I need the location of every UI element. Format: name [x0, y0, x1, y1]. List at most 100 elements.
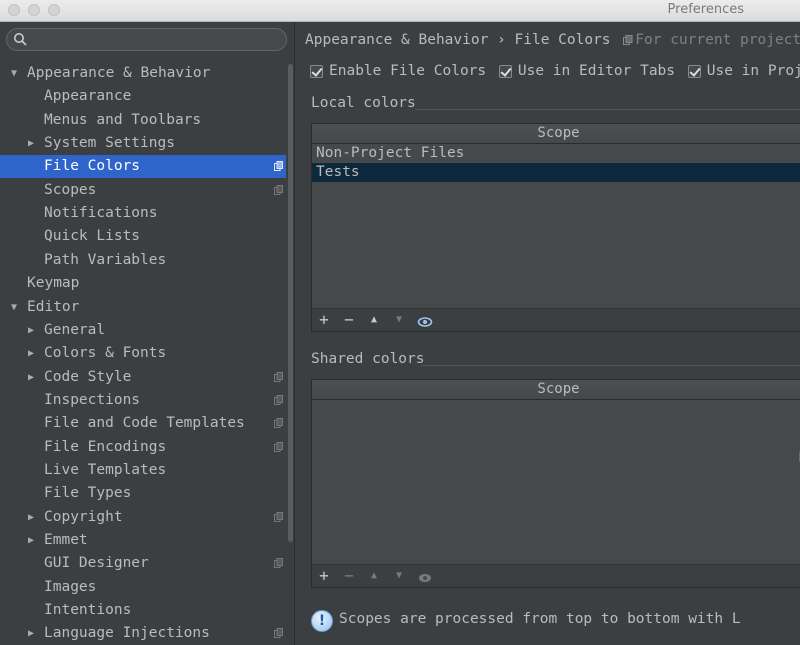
sidebar-item-file-and-code-templates[interactable]: File and Code Templates [0, 412, 286, 435]
project-scope-icon [274, 371, 283, 382]
shared-colors-separator [421, 365, 800, 366]
sidebar-item-appearance[interactable]: Appearance [0, 85, 286, 108]
sidebar-item-editor[interactable]: ▼ Editor [0, 296, 286, 319]
table-row[interactable]: Non-Project Files [312, 144, 800, 163]
local-colors-toolbar: + − ▲ ▼ [311, 308, 800, 332]
checkbox-check-icon [310, 65, 323, 78]
sidebar-item-label: Images [44, 578, 97, 595]
for-current-project-label: For current project [635, 32, 800, 48]
project-scope-icon [274, 418, 283, 429]
checkbox-label: Use in Editor Tabs [517, 63, 676, 79]
project-scope-icon [274, 441, 283, 452]
collapsed-arrow-icon[interactable]: ▶ [28, 132, 34, 155]
project-scope-icon [623, 35, 633, 45]
sidebar-item-copyright[interactable]: ▶ Copyright [0, 506, 286, 529]
minimize-window-button[interactable] [28, 4, 40, 16]
sidebar-item-label: Appearance [44, 88, 132, 105]
project-scope-icon [274, 161, 283, 172]
project-scope-icon [274, 394, 283, 405]
sidebar-item-intentions[interactable]: Intentions [0, 599, 286, 622]
project-scope-icon [274, 628, 283, 639]
sidebar-item-file-colors[interactable]: File Colors [0, 155, 286, 179]
sidebar-item-file-encodings[interactable]: File Encodings [0, 436, 286, 459]
sidebar-item-quick-lists[interactable]: Quick Lists [0, 225, 286, 248]
use-in-project-view-checkbox[interactable]: Use in Project V [687, 63, 800, 79]
collapsed-arrow-icon[interactable]: ▶ [28, 342, 34, 365]
sidebar-item-label: Code Style [44, 368, 132, 385]
collapsed-arrow-icon[interactable]: ▶ [28, 529, 34, 552]
local-colors-table: Scope Non-Project Files Tests [311, 123, 800, 309]
sidebar-item-label: Language Injections [44, 625, 210, 642]
share-eye-icon[interactable] [417, 314, 433, 330]
sidebar-item-appearance-behavior[interactable]: ▼ Appearance & Behavior [0, 62, 286, 85]
sidebar-item-label: General [44, 321, 106, 338]
remove-icon[interactable]: − [341, 568, 357, 584]
sidebar-item-label: Menus and Toolbars [44, 111, 202, 128]
move-up-icon[interactable]: ▲ [366, 568, 382, 584]
remove-icon[interactable]: − [341, 312, 357, 328]
table-row[interactable]: Tests [312, 163, 800, 182]
sidebar-item-label: Notifications [44, 205, 158, 222]
sidebar-item-live-templates[interactable]: Live Templates [0, 459, 286, 482]
scope-column-header[interactable]: Scope [312, 380, 800, 400]
sidebar-scrollbar[interactable] [288, 64, 293, 542]
sidebar-item-inspections[interactable]: Inspections [0, 389, 286, 412]
sidebar-item-label: Keymap [27, 275, 80, 292]
sidebar-item-scopes[interactable]: Scopes [0, 179, 286, 202]
sidebar-item-emmet[interactable]: ▶ Emmet [0, 529, 286, 552]
settings-sidebar: ▼ Appearance & Behavior Appearance Menus an… [0, 22, 294, 645]
sidebar-item-label: Editor [27, 298, 80, 315]
checkbox-check-icon [687, 65, 701, 78]
enable-file-colors-checkbox[interactable]: Enable File Colors [310, 63, 486, 79]
sidebar-item-label: Emmet [44, 532, 88, 548]
sidebar-item-general[interactable]: ▶ General [0, 319, 286, 342]
sidebar-item-label: File Colors [44, 158, 141, 175]
zoom-window-button[interactable] [48, 4, 60, 16]
file-colors-panel: Appearance & Behavior › File Colors For … [295, 22, 800, 645]
local-colors-label: Local colors [311, 95, 416, 111]
sidebar-item-keymap[interactable]: Keymap [0, 272, 286, 295]
search-input[interactable] [6, 28, 287, 51]
add-icon[interactable]: + [316, 568, 332, 584]
sidebar-item-file-types[interactable]: File Types [0, 482, 286, 505]
sidebar-item-label: System Settings [44, 135, 175, 152]
sidebar-item-label: Inspections [44, 391, 141, 408]
breadcrumb: Appearance & Behavior › File Colors For … [305, 32, 800, 48]
sidebar-item-gui-designer[interactable]: GUI Designer [0, 552, 286, 575]
move-down-icon[interactable]: ▼ [391, 568, 407, 584]
collapsed-arrow-icon[interactable]: ▶ [28, 506, 34, 529]
sidebar-item-notifications[interactable]: Notifications [0, 202, 286, 225]
search-icon [14, 33, 27, 46]
unshare-icon[interactable] [417, 570, 433, 586]
sidebar-item-language-injections[interactable]: ▶ Language Injections [0, 622, 286, 645]
sidebar-item-label: GUI Designer [44, 555, 149, 572]
sidebar-item-code-style[interactable]: ▶ Code Style [0, 366, 286, 389]
project-scope-icon [274, 184, 283, 195]
collapsed-arrow-icon[interactable]: ▶ [28, 622, 34, 645]
sidebar-item-menus-and-toolbars[interactable]: Menus and Toolbars [0, 109, 286, 132]
breadcrumb-path: Appearance & Behavior › File Colors [305, 32, 611, 48]
checkbox-label: Enable File Colors [329, 63, 487, 79]
expanded-arrow-icon[interactable]: ▼ [11, 296, 17, 319]
scope-column-header[interactable]: Scope [312, 124, 800, 144]
sidebar-item-label: Copyright [44, 508, 123, 525]
close-window-button[interactable] [8, 4, 20, 16]
info-text: Scopes are processed from top to bottom … [339, 611, 741, 627]
info-icon: ! [311, 610, 333, 632]
window-title-bar: Preferences [0, 0, 800, 22]
move-down-icon[interactable]: ▼ [391, 312, 407, 328]
collapsed-arrow-icon[interactable]: ▶ [28, 366, 34, 389]
shared-colors-label: Shared colors [311, 351, 425, 367]
project-scope-icon [274, 558, 283, 569]
expanded-arrow-icon[interactable]: ▼ [11, 62, 17, 85]
use-in-editor-tabs-checkbox[interactable]: Use in Editor Tabs [498, 63, 676, 79]
sidebar-item-images[interactable]: Images [0, 576, 286, 599]
collapsed-arrow-icon[interactable]: ▶ [28, 319, 34, 342]
sidebar-item-system-settings[interactable]: ▶ System Settings [0, 132, 286, 155]
move-up-icon[interactable]: ▲ [366, 312, 382, 328]
sidebar-item-colors-fonts[interactable]: ▶ Colors & Fonts [0, 342, 286, 365]
sidebar-item-label: Path Variables [44, 251, 167, 268]
add-icon[interactable]: + [316, 312, 332, 328]
sidebar-item-path-variables[interactable]: Path Variables [0, 249, 286, 272]
checkbox-label: Use in Project V [706, 63, 800, 79]
